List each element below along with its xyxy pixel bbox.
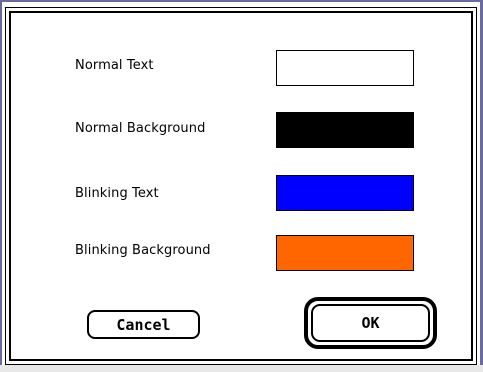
blinking-text-color-swatch[interactable] [276,175,414,211]
normal-text-color-swatch[interactable] [276,50,414,86]
cancel-button[interactable]: Cancel [87,310,200,339]
normal-background-color-swatch[interactable] [276,112,414,148]
blinking-text-label: Blinking Text [75,186,159,201]
window-bottom-edge [0,365,483,372]
blinking-background-color-swatch[interactable] [276,235,414,271]
ok-button[interactable]: OK [311,304,430,342]
blinking-background-label: Blinking Background [75,243,211,258]
normal-background-label: Normal Background [75,121,206,136]
normal-text-label: Normal Text [75,58,154,73]
